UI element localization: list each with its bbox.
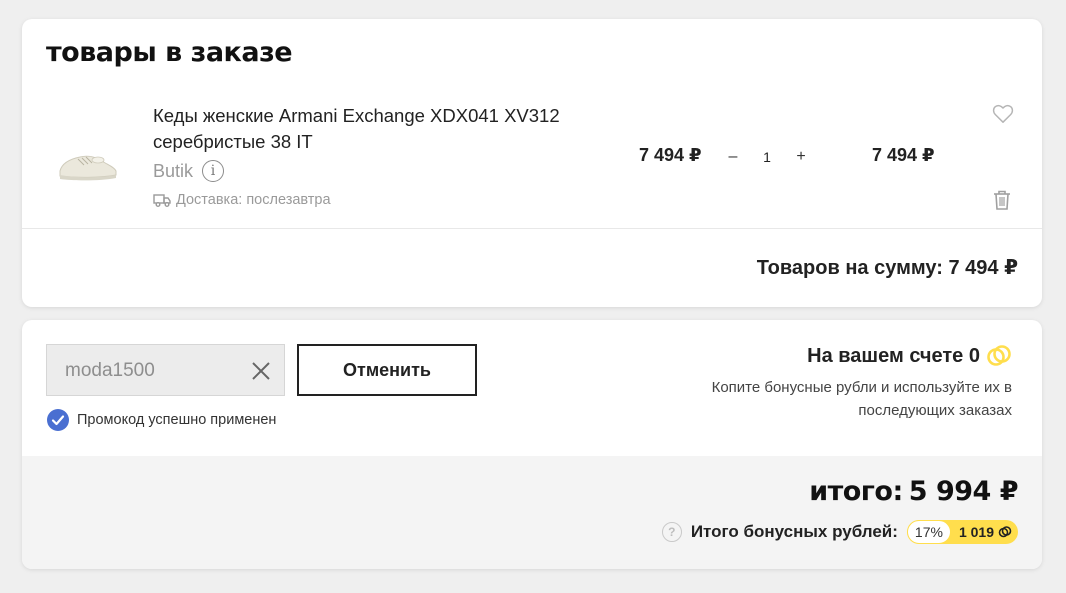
bonus-value-wrap: 1 019 [951, 524, 1018, 540]
delivery-info: Доставка: послезавтра [153, 192, 331, 208]
section-title: товары в заказе [46, 37, 293, 68]
seller-info: Butik i [153, 160, 225, 182]
close-icon[interactable] [250, 360, 272, 382]
order-items-card: товары в заказе Кеды женские Armani Exch… [22, 19, 1042, 307]
increase-quantity-button[interactable]: + [790, 148, 812, 166]
decrease-quantity-button[interactable]: – [722, 148, 744, 166]
quantity-input[interactable] [750, 142, 784, 172]
items-sum: Товаров на сумму: 7 494 ₽ [756, 257, 1018, 279]
coin-icon [987, 345, 1011, 366]
product-image[interactable] [56, 145, 120, 183]
seller-name[interactable]: Butik [153, 161, 193, 182]
bonus-total: ? Итого бонусных рублей: 17% 1 019 [661, 520, 1018, 544]
question-icon[interactable]: ? [661, 522, 682, 542]
cancel-promo-button[interactable]: Отменить [297, 344, 477, 396]
grand-total: итого: 5 994 ₽ [809, 476, 1018, 507]
heart-icon[interactable] [992, 104, 1014, 124]
promo-code-value: moda1500 [65, 360, 155, 381]
divider [22, 228, 1042, 229]
promo-status: Промокод успешно применен [46, 408, 276, 432]
unit-price: 7 494 ₽ [639, 145, 702, 165]
bonus-badge: 17% 1 019 [906, 520, 1018, 544]
delivery-text: Доставка: послезавтра [176, 192, 331, 208]
truck-icon [153, 194, 171, 207]
promo-status-text: Промокод успешно применен [77, 412, 277, 428]
item-total-price: 7 494 ₽ [872, 145, 935, 165]
summary-footer: итого: 5 994 ₽ ? Итого бонусных рублей: … [22, 456, 1042, 569]
product-title[interactable]: Кеды женские Armani Exchange XDX041 XV31… [153, 103, 623, 155]
account-balance: На вашем счете 0 [807, 344, 1012, 368]
trash-icon[interactable] [992, 189, 1012, 211]
grand-total-label: итого: [809, 476, 903, 507]
account-note: Копите бонусные рубли и используйте их в… [711, 379, 1012, 419]
coin-icon [998, 526, 1012, 538]
promo-code-field[interactable]: moda1500 [46, 344, 285, 396]
info-icon[interactable]: i [202, 160, 225, 182]
account-balance-label: На вашем счете 0 [807, 344, 980, 367]
check-icon [47, 409, 69, 431]
order-summary-card: moda1500 Отменить Промокод успешно приме… [22, 320, 1042, 569]
bonus-value: 1 019 [958, 524, 994, 540]
grand-total-value: 5 994 ₽ [908, 476, 1019, 507]
bonus-total-label: Итого бонусных рублей: [690, 522, 898, 541]
quantity-stepper: – + [722, 142, 812, 172]
bonus-percent: 17% [906, 520, 951, 544]
